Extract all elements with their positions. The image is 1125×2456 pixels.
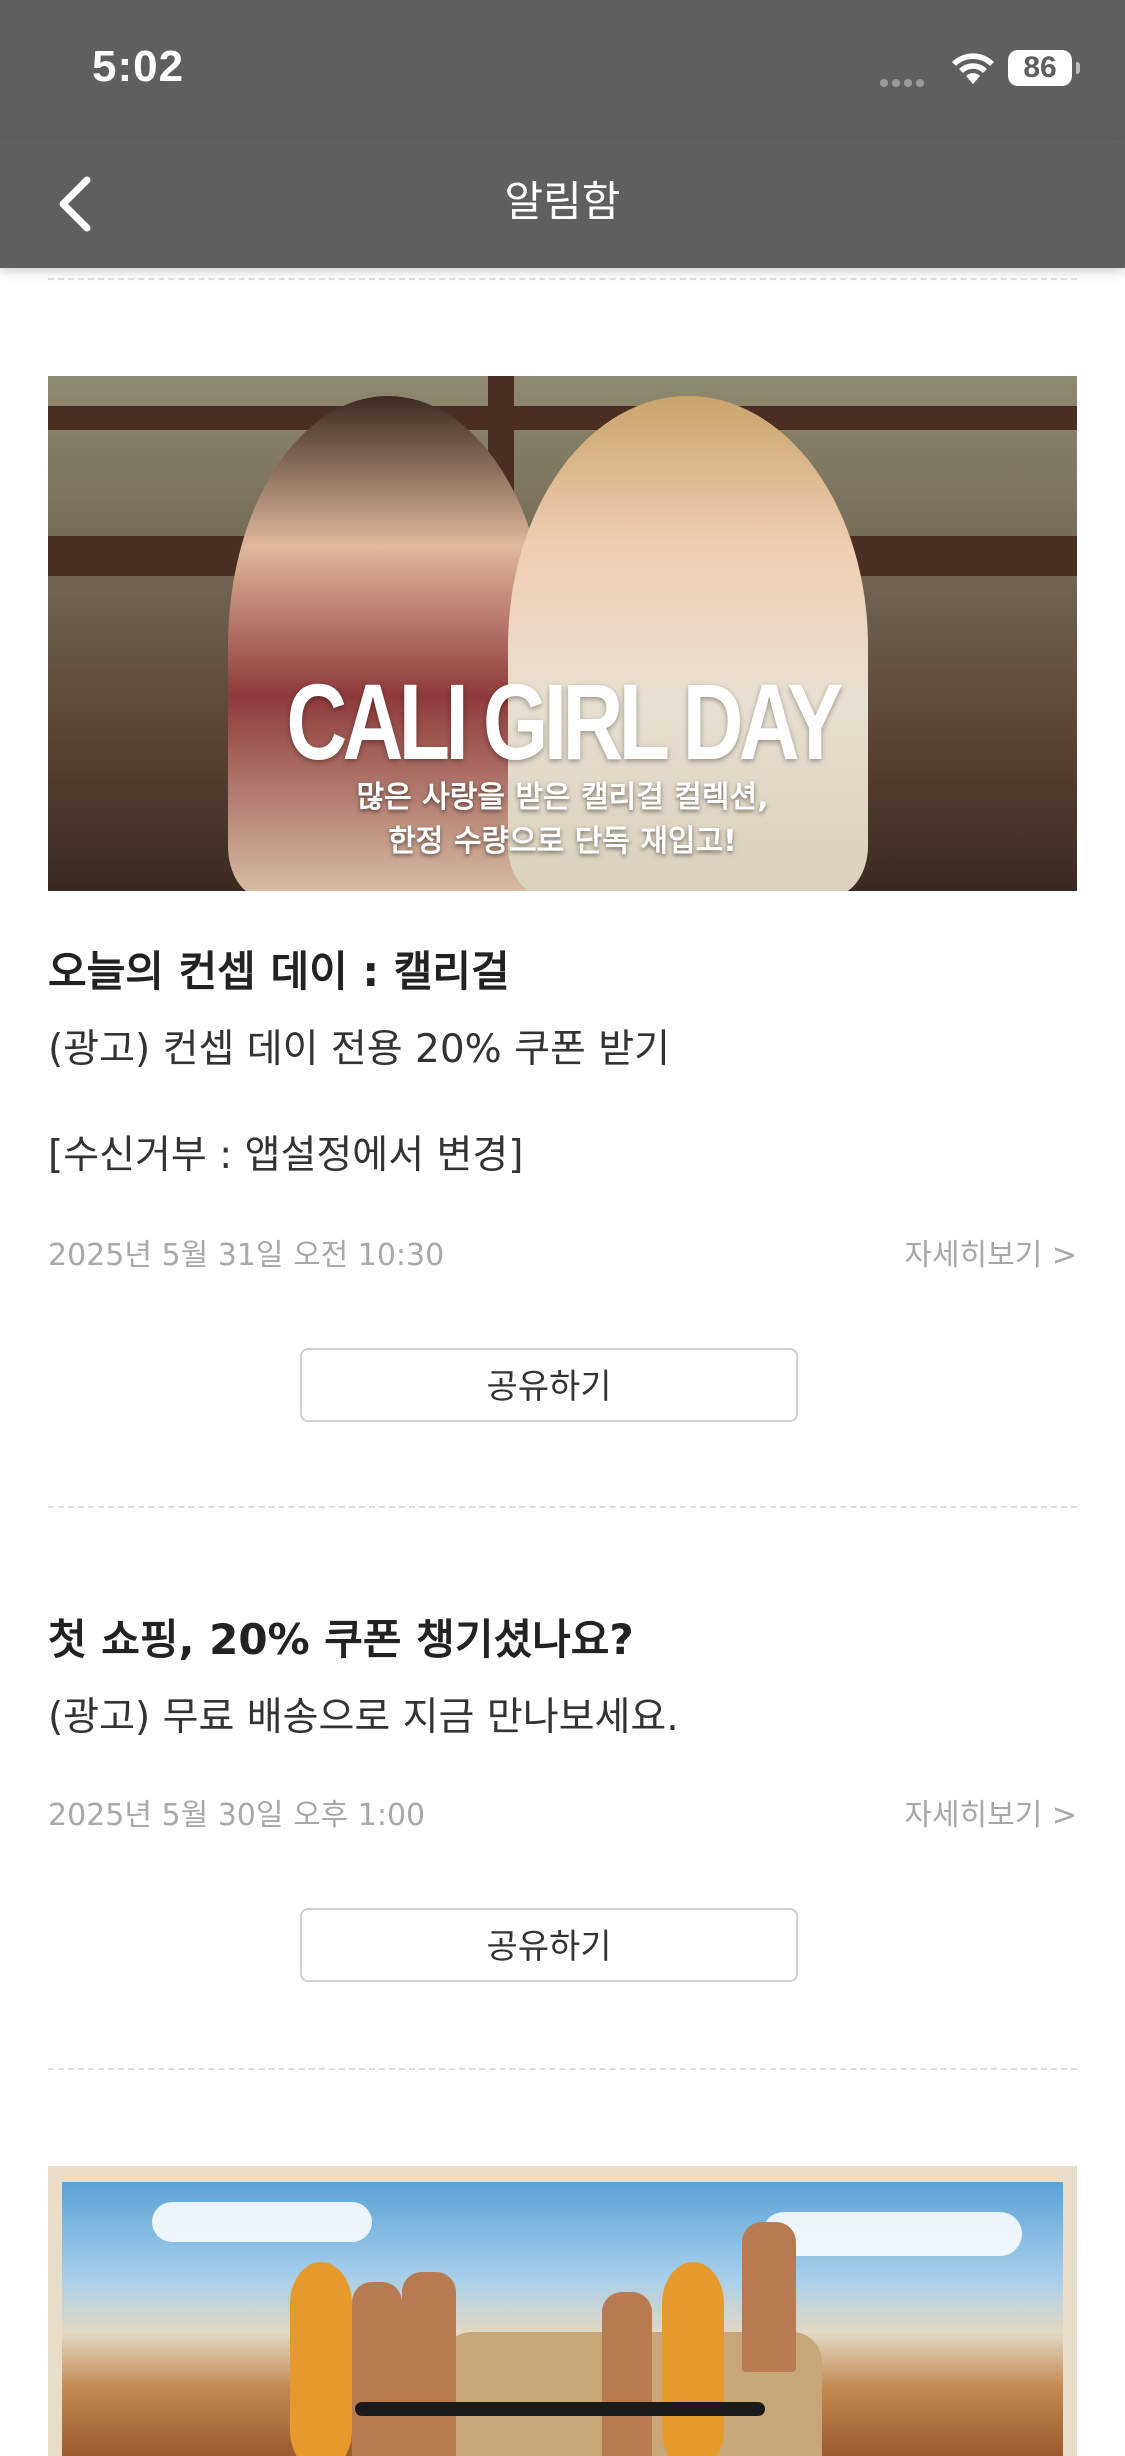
fence-rail bbox=[48, 406, 1077, 430]
banner-headline: CALI GIRL DAY bbox=[286, 661, 843, 782]
surfer-figure bbox=[352, 2282, 402, 2456]
detail-link[interactable]: 자세히보기 > bbox=[904, 1790, 1077, 1834]
surfer-figure bbox=[402, 2272, 456, 2456]
notification-body: (광고) 무료 배송으로 지금 만나보세요. bbox=[48, 1695, 679, 1740]
home-indicator bbox=[355, 2402, 765, 2416]
cloud bbox=[152, 2202, 372, 2242]
notification-date: 2025년 5월 30일 오후 1:00 bbox=[48, 1798, 426, 1833]
banner-subtext-line: 많은 사랑을 받은 캘리걸 컬렉션, bbox=[356, 780, 769, 815]
back-button[interactable] bbox=[40, 164, 110, 244]
cellular-signal-icon bbox=[880, 72, 928, 91]
banner-subtext: 많은 사랑을 받은 캘리걸 컬렉션, 한정 수량으로 단독 재입고! bbox=[48, 776, 1077, 864]
detail-link[interactable]: 자세히보기 > bbox=[904, 1230, 1077, 1274]
notification-title: 첫 쇼핑, 20% 쿠폰 챙기셨나요? bbox=[48, 1615, 634, 1664]
divider bbox=[48, 2068, 1077, 2070]
divider bbox=[48, 1506, 1077, 1508]
wifi-icon bbox=[952, 53, 994, 84]
share-button[interactable]: 공유하기 bbox=[300, 1908, 798, 1982]
surfboard bbox=[662, 2262, 724, 2456]
surfer-figure bbox=[742, 2222, 796, 2372]
share-button[interactable]: 공유하기 bbox=[300, 1348, 798, 1422]
notification-banner-image[interactable]: CALI GIRL DAY 많은 사랑을 받은 캘리걸 컬렉션, 한정 수량으로… bbox=[48, 376, 1077, 891]
banner-subtext-line: 한정 수량으로 단독 재입고! bbox=[388, 824, 737, 859]
notification-date: 2025년 5월 31일 오전 10:30 bbox=[48, 1238, 445, 1273]
page-title: 알림함 bbox=[504, 177, 621, 226]
battery-icon: 86 bbox=[1008, 50, 1080, 86]
optout-notice: [수신거부 : 앱설정에서 변경] bbox=[48, 1133, 524, 1178]
surfboard bbox=[290, 2262, 352, 2456]
nav-bar: 알림함 bbox=[0, 140, 1125, 268]
status-bar: 5:02 86 bbox=[0, 0, 1125, 140]
cloud bbox=[762, 2212, 1022, 2256]
surfer-figure bbox=[602, 2292, 652, 2456]
divider bbox=[48, 278, 1077, 280]
chevron-left-icon bbox=[59, 176, 91, 232]
status-time: 5:02 bbox=[92, 42, 185, 91]
notification-title: 오늘의 컨셉 데이 : 캘리걸 bbox=[48, 947, 510, 996]
notification-body: (광고) 컨셉 데이 전용 20% 쿠폰 받기 bbox=[48, 1027, 671, 1072]
